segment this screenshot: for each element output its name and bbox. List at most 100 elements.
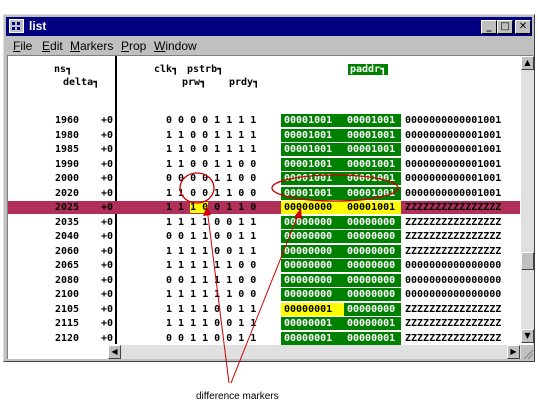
paddr-bus-value-b: 00000000 [344, 273, 401, 287]
ns-value: 2035 [55, 216, 80, 228]
paddr-bus-value-a: 00000000 [281, 215, 344, 229]
scroll-right-button[interactable]: ▶ [507, 345, 520, 359]
table-row[interactable]: 1990 +0 1 1 0 0 1 1 0 0 00001001 00001001 000… [8, 157, 520, 171]
header-prdy[interactable]: prdy┓ [229, 77, 259, 88]
title-bar[interactable]: list _ □ ✕ [6, 17, 532, 36]
app-icon[interactable] [9, 19, 24, 33]
vertical-scrollbar[interactable]: ▲ ▼ [521, 56, 534, 343]
table-row[interactable]: 2115 +0 1 1 1 1 0 0 1 1 00000001 00000001 ZZZ… [8, 317, 520, 330]
table-row[interactable]: 1960 +0 0 0 0 0 1 1 1 1 00001001 00001001 000… [8, 114, 520, 127]
delta-value: +0 [101, 332, 114, 344]
header-clk[interactable]: clk┓ [154, 64, 178, 75]
ns-value: 2100 [55, 289, 80, 300]
paddr-bus-value-a: 00001001 [281, 172, 344, 185]
delta-value: +0 [101, 318, 114, 329]
arrow-left-icon: ◀ [111, 347, 118, 356]
vertical-scroll-thumb[interactable] [521, 252, 534, 270]
signal-bits: 0 0 1 1 1 1 0 0 [166, 274, 257, 286]
table-row[interactable]: 2000 +0 0 0 0 0 1 1 0 0 00001001 00001001 000… [8, 172, 520, 185]
signal-bits: 1 1 0 0 1 1 0 0 [166, 187, 257, 199]
signal-bits: 0 0 1 1 0 0 1 1 [166, 332, 257, 344]
delta-value: +0 [101, 173, 114, 184]
paddr-wide-value: 0000000000001001 [405, 129, 502, 141]
signal-bits: 1 1 0 0 1 1 0 0 [166, 158, 257, 170]
header-paddr[interactable]: paddr┓ [348, 64, 389, 75]
paddr-wide-value: ZZZZZZZZZZZZZZZZ [405, 303, 502, 315]
resize-grip-icon [523, 349, 534, 360]
paddr-bus-value-b: 00000001 [344, 331, 401, 345]
paddr-bus-value-b: 00000000 [344, 259, 401, 272]
paddr-bus-value-a: 00001001 [281, 114, 344, 127]
delta-value: +0 [101, 158, 114, 170]
paddr-wide-value: ZZZZZZZZZZZZZZZZ [405, 202, 502, 213]
paddr-bus-value-a: 00001001 [281, 143, 344, 156]
table-row[interactable]: 2040 +0 0 0 1 1 0 0 1 1 00000000 00000000 ZZZ… [8, 230, 520, 243]
paddr-bus-value-a: 00000000 [281, 288, 344, 301]
paddr-bus-value-a: 00000000 [281, 259, 344, 272]
table-row[interactable]: 1980 +0 1 1 0 0 1 1 1 1 00001001 00001001 000… [8, 128, 520, 142]
paddr-bus-value-b: 00001001 [344, 172, 401, 185]
signal-bits: 1 1 1 1 0 0 1 1 [166, 216, 257, 228]
table-row[interactable]: 1985 +0 1 1 0 0 1 1 1 1 00001001 00001001 000… [8, 143, 520, 156]
menu-bar: File Edit Markers Prop Window [6, 37, 532, 55]
scroll-left-button[interactable]: ◀ [108, 345, 121, 359]
close-button[interactable]: ✕ [515, 20, 531, 34]
table-row[interactable]: 2105 +0 1 1 1 1 0 0 1 1 00000001 00000000 ZZZ… [8, 302, 520, 316]
menu-edit[interactable]: Edit [42, 39, 63, 53]
menu-markers[interactable]: Markers [70, 39, 113, 53]
table-row[interactable]: 2065 +0 1 1 1 1 1 1 0 0 00000000 00000000 000… [8, 259, 520, 272]
signal-bits: 1 1 1 1 0 0 1 1 [166, 318, 257, 329]
menu-prop[interactable]: Prop [121, 39, 146, 53]
table-row[interactable]: 2020 +0 1 1 0 0 1 1 0 0 00001001 00001001 000… [8, 186, 520, 200]
scroll-up-button[interactable]: ▲ [521, 56, 534, 70]
paddr-bus-value-a: 00000001 [281, 331, 344, 345]
paddr-wide-value: 0000000000001001 [405, 173, 502, 184]
paddr-bus-value-a: 00000001 [281, 302, 344, 316]
minimize-icon: _ [486, 21, 492, 32]
paddr-bus-value-a: 00000000 [281, 273, 344, 287]
table-row[interactable]: 2025 +0 1 1 1 0 0 1 1 0 00000000 00001001 ZZZ… [8, 201, 520, 214]
paddr-wide-value: 0000000000001001 [405, 115, 502, 126]
signal-bits: 1 1 1 1 0 0 1 1 [166, 245, 257, 257]
delta-value: +0 [101, 289, 114, 300]
table-row[interactable]: 2060 +0 1 1 1 1 0 0 1 1 00000000 00000000 ZZZ… [8, 244, 520, 258]
paddr-bus-value-b: 00000000 [344, 230, 401, 243]
table-row[interactable]: 2080 +0 0 0 1 1 1 1 0 0 00000000 00000000 000… [8, 273, 520, 287]
table-row[interactable]: 2035 +0 1 1 1 1 0 0 1 1 00000000 00000000 ZZZ… [8, 215, 520, 229]
paddr-bus-value-a: 00000000 [281, 201, 344, 214]
header-ns[interactable]: ns┓ [54, 64, 72, 75]
paddr-bus-value-a: 00000001 [281, 317, 344, 330]
paddr-bus-value-b: 00001001 [344, 143, 401, 156]
minimize-button[interactable]: _ [481, 20, 497, 34]
arrow-down-icon: ▼ [524, 331, 531, 340]
paddr-wide-value: 0000000000001001 [405, 158, 502, 170]
scroll-down-button[interactable]: ▼ [521, 329, 534, 343]
ns-value: 1980 [55, 129, 80, 141]
paddr-bus-value-a: 00000000 [281, 244, 344, 258]
delta-value: +0 [101, 231, 114, 242]
delta-value: +0 [101, 115, 114, 126]
paddr-bus-value-a: 00001001 [281, 186, 344, 200]
menu-file[interactable]: File [13, 39, 32, 53]
ns-value: 2080 [55, 274, 80, 286]
delta-value: +0 [101, 202, 114, 213]
table-row[interactable]: 2120 +0 0 0 1 1 0 0 1 1 00000001 00000001 ZZZ… [8, 331, 520, 345]
paddr-bus-value-b: 00001001 [344, 128, 401, 142]
signal-bits: 1 1 0 0 1 1 1 1 [166, 129, 257, 141]
table-row[interactable]: 2100 +0 1 1 1 1 1 1 0 0 00000000 00000000 000… [8, 288, 520, 301]
delta-value: +0 [101, 303, 114, 315]
header-delta[interactable]: delta┓ [63, 77, 99, 88]
header-prw[interactable]: prw┓ [182, 77, 206, 88]
paddr-wide-value: 0000000000001001 [405, 187, 502, 199]
maximize-button[interactable]: □ [497, 20, 513, 34]
horizontal-scrollbar[interactable]: ◀ ▶ [108, 345, 521, 359]
close-icon: ✕ [518, 21, 528, 32]
resize-grip[interactable] [521, 345, 534, 360]
paddr-bus-value-b: 00000000 [344, 288, 401, 301]
menu-window[interactable]: Window [154, 39, 197, 53]
delta-value: +0 [101, 260, 114, 271]
signal-bits: 0 0 0 0 1 1 0 0 [166, 173, 257, 184]
window-title: list [29, 19, 47, 33]
paddr-wide-value: ZZZZZZZZZZZZZZZZ [405, 332, 502, 344]
header-pstrb[interactable]: pstrb┓ [187, 64, 223, 75]
